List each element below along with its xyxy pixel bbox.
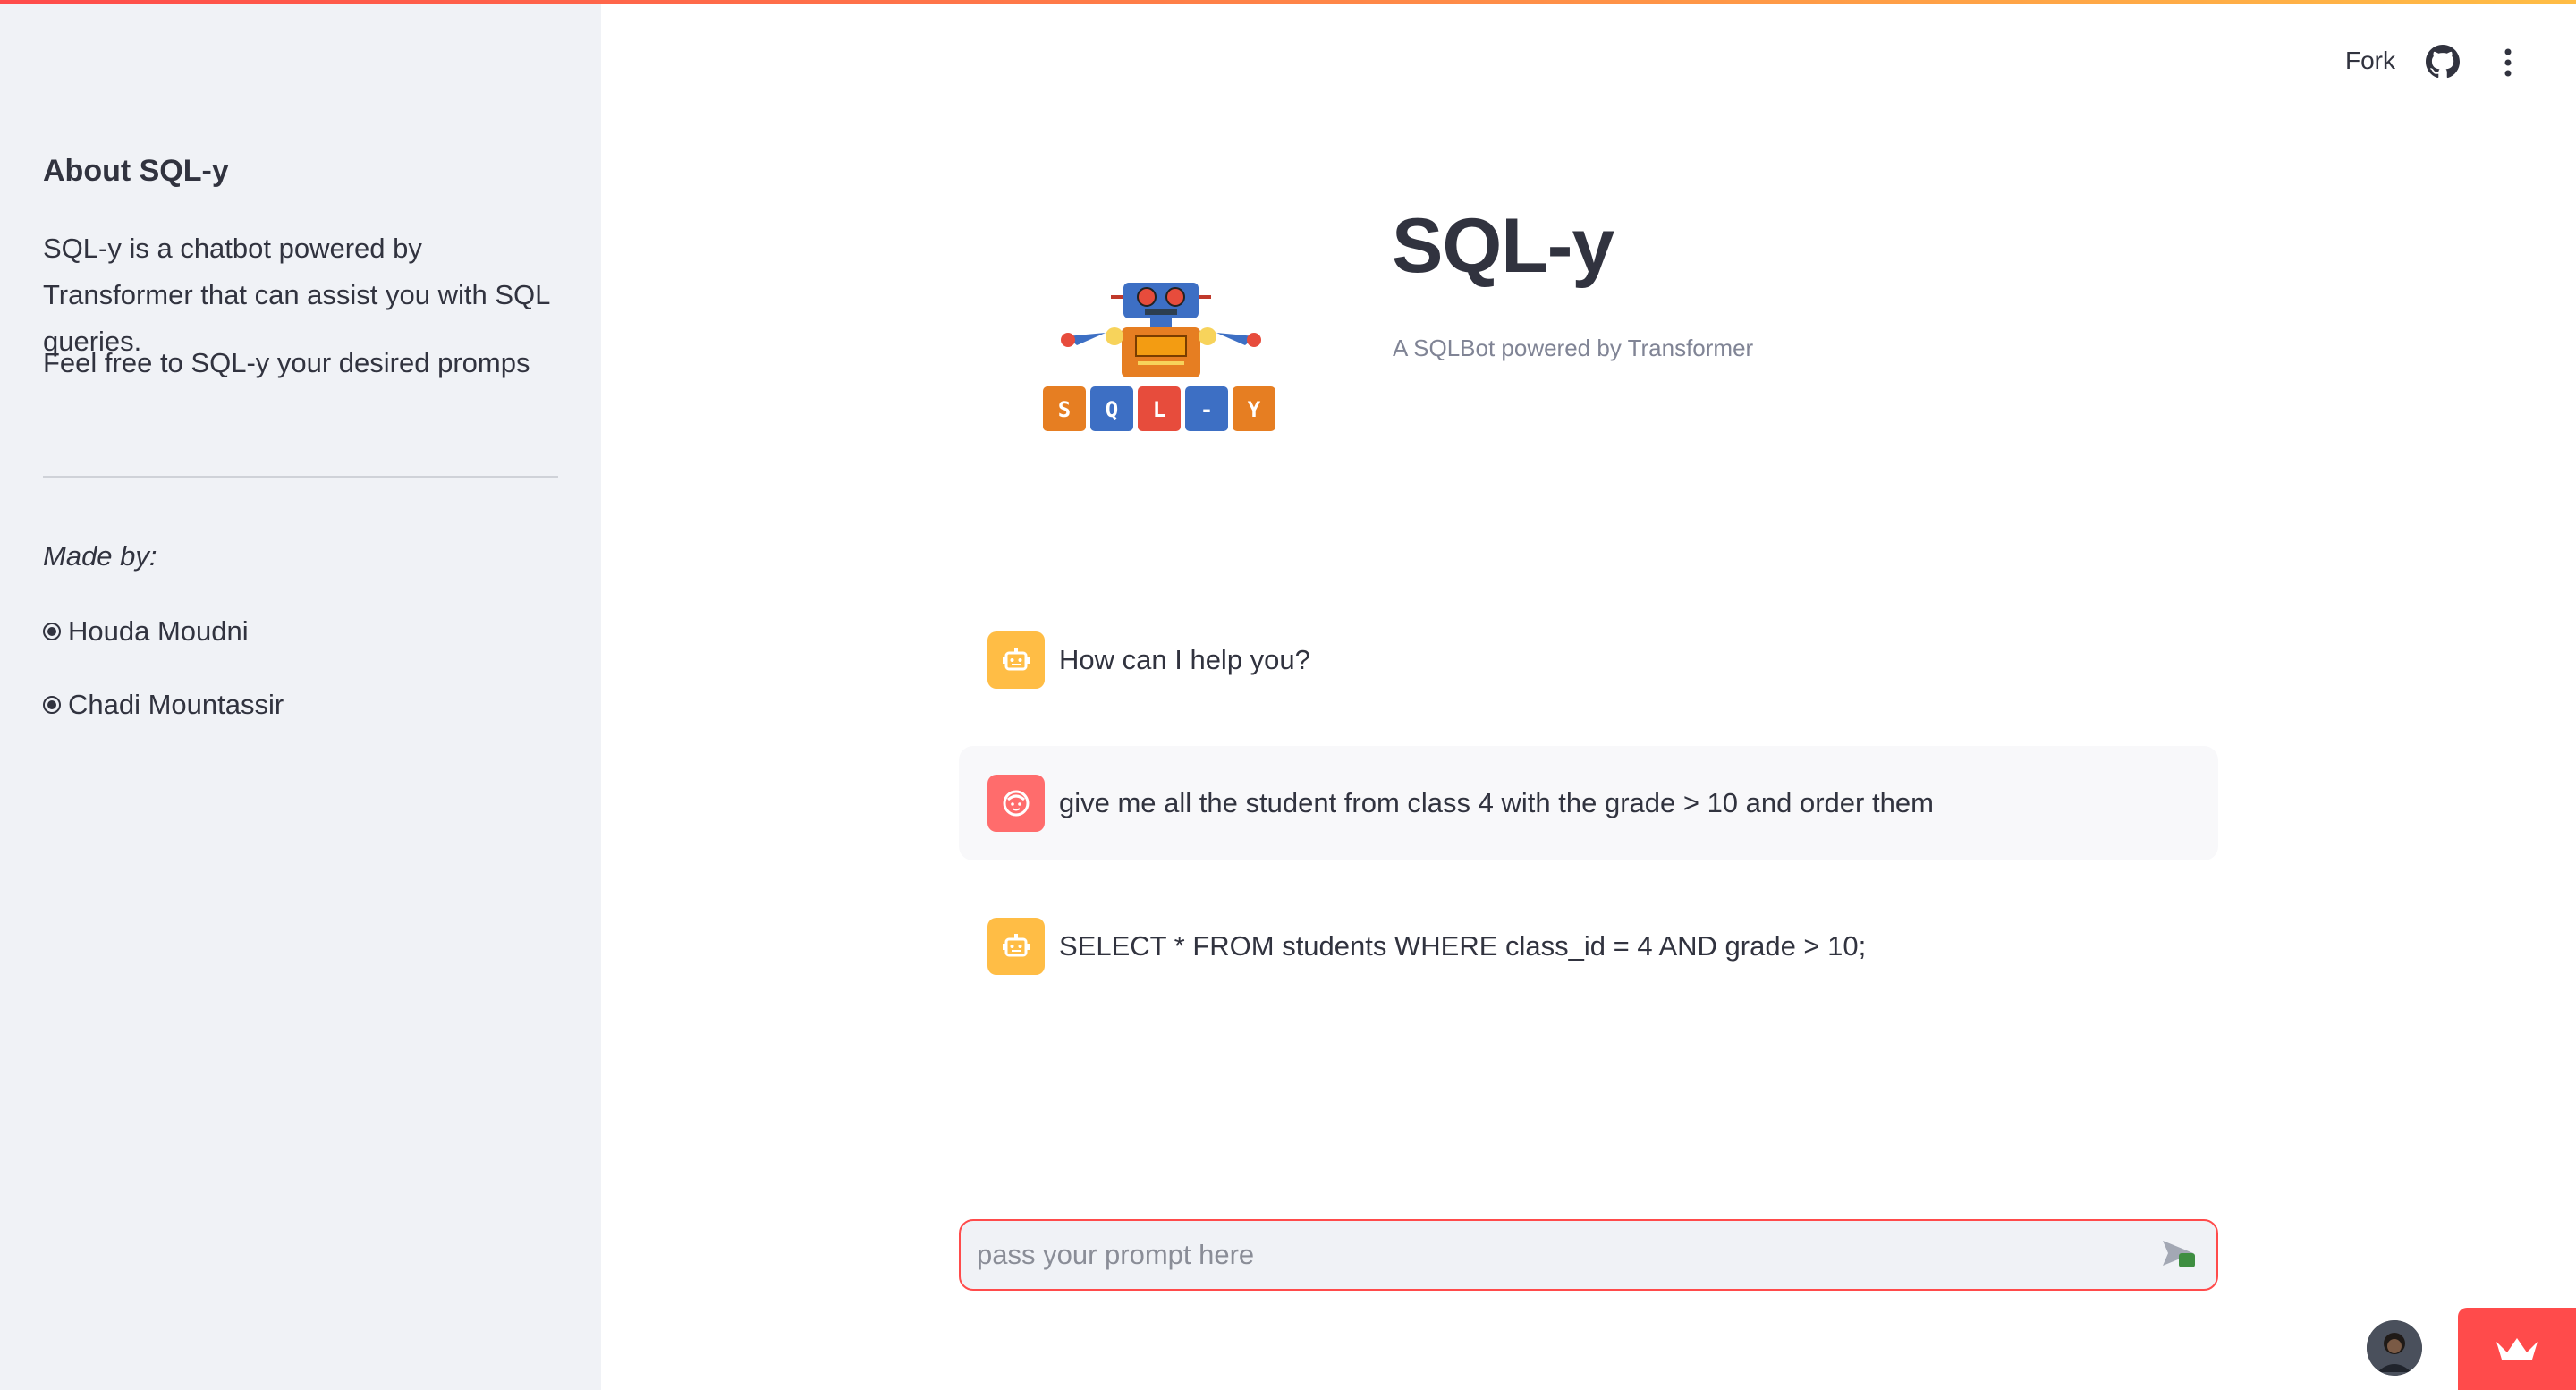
- page-subtitle: A SQLBot powered by Transformer: [1393, 335, 1754, 361]
- chat-prompt-input[interactable]: [975, 1238, 2159, 1272]
- kebab-menu-icon[interactable]: [2497, 45, 2519, 81]
- logo-letter-y: Y: [1248, 397, 1261, 422]
- chat-input-container: [959, 1219, 2218, 1291]
- bot-avatar-icon: [987, 918, 1045, 975]
- user-avatar-icon: [987, 775, 1045, 832]
- sidebar-description: SQL-y is a chatbot powered by Transforme…: [43, 233, 550, 357]
- sidebar-divider: [43, 476, 558, 478]
- sidebar: About SQL-y SQL-y is a chatbot powered b…: [0, 4, 601, 1390]
- github-icon[interactable]: [2426, 45, 2460, 79]
- chat-message-text: How can I help you?: [1059, 644, 1310, 675]
- streamlit-badge[interactable]: [2458, 1308, 2576, 1390]
- logo-letter-q: Q: [1106, 397, 1118, 422]
- viewer-avatar[interactable]: [2367, 1320, 2422, 1376]
- radio-bullet-icon: [43, 696, 61, 714]
- send-icon: [2163, 1241, 2195, 1267]
- crown-icon: [2496, 1338, 2538, 1360]
- author-item: Houda Moudni: [43, 615, 249, 648]
- send-button[interactable]: [2159, 1233, 2202, 1276]
- chat-message-text: SELECT * FROM students WHERE class_id = …: [1059, 930, 1867, 962]
- author-name: Houda Moudni: [68, 615, 249, 647]
- sidebar-description-secondary: Feel free to SQL-y your desired promps: [43, 347, 530, 378]
- author-item: Chadi Mountassir: [43, 689, 284, 721]
- sidebar-title: About SQL-y: [43, 154, 229, 188]
- logo-letter-l: L: [1153, 397, 1165, 422]
- logo-letter-s: S: [1058, 397, 1071, 422]
- radio-bullet-icon: [43, 623, 61, 640]
- made-by-label: Made by:: [43, 540, 157, 572]
- chat-message-text: give me all the student from class 4 wit…: [1059, 787, 1934, 818]
- chat-message-user: give me all the student from class 4 wit…: [959, 746, 2218, 860]
- logo-letter-dash: -: [1200, 397, 1213, 422]
- chat-message-assistant: SELECT * FROM students WHERE class_id = …: [959, 889, 2218, 1004]
- chat-message-assistant: How can I help you?: [959, 603, 2218, 717]
- bot-avatar-icon: [987, 631, 1045, 689]
- robot-logo-icon: S Q L - Y: [1043, 283, 1275, 431]
- author-name: Chadi Mountassir: [68, 689, 284, 720]
- fork-button[interactable]: Fork: [2345, 47, 2395, 75]
- page-title: SQL-y: [1392, 203, 1614, 289]
